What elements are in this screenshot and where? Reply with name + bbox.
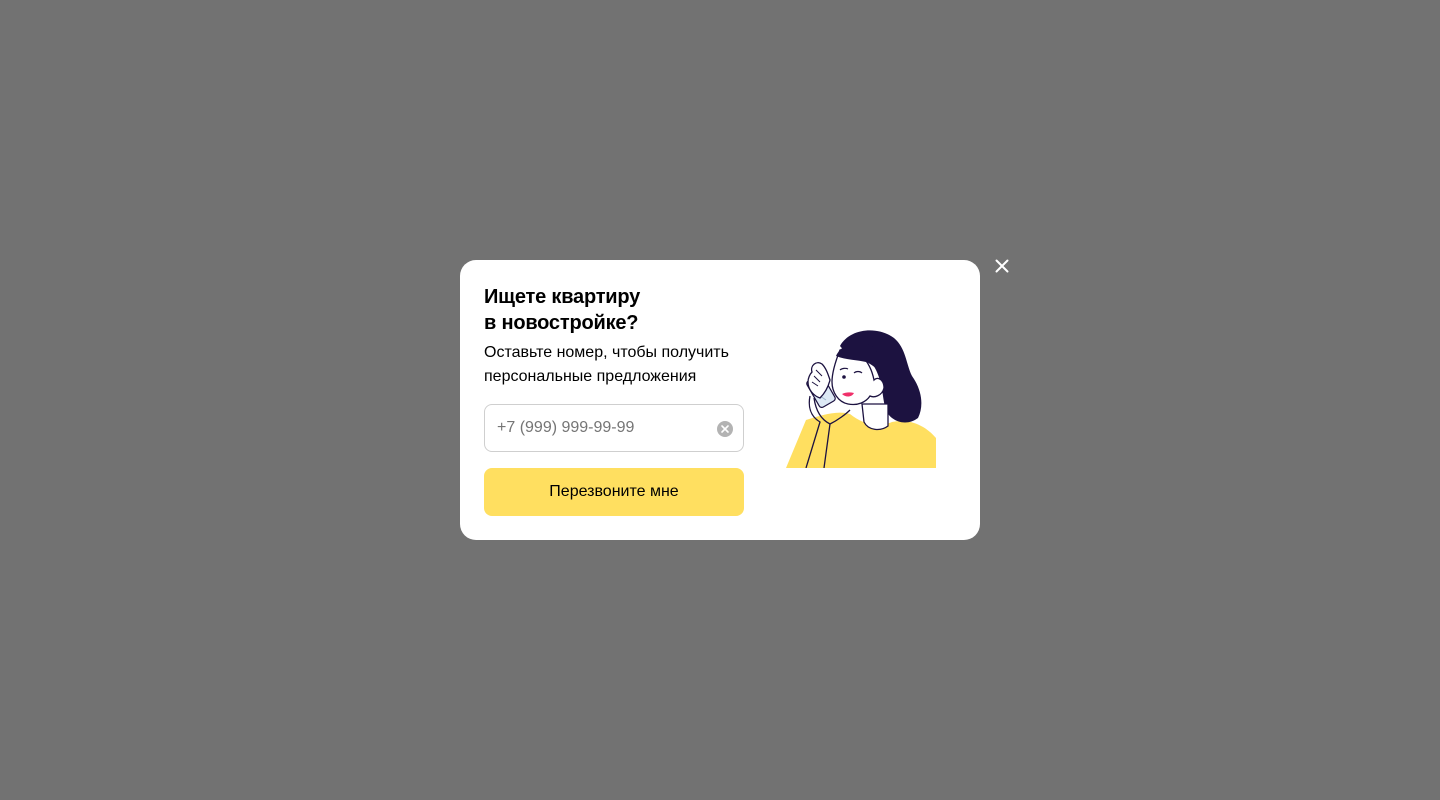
callback-button[interactable]: Перезвоните мне: [484, 468, 744, 516]
phone-input[interactable]: [485, 405, 697, 451]
clear-input-icon[interactable]: [716, 420, 734, 438]
close-button[interactable]: [990, 254, 1014, 278]
woman-on-phone-illustration: [786, 330, 936, 468]
modal-title-line-2: в новостройке?: [484, 312, 639, 334]
modal-content: Ищете квартиру в новостройке? Оставьте н…: [484, 284, 744, 389]
modal-subtitle: Оставьте номер, чтобы получить персональ…: [484, 344, 729, 385]
close-icon: [995, 259, 1009, 273]
phone-field: [484, 404, 744, 452]
callback-modal: Ищете квартиру в новостройке? Оставьте н…: [460, 260, 980, 540]
modal-title-line-1: Ищете квартиру: [484, 286, 641, 308]
modal-title: Ищете квартиру в новостройке?: [484, 284, 744, 336]
